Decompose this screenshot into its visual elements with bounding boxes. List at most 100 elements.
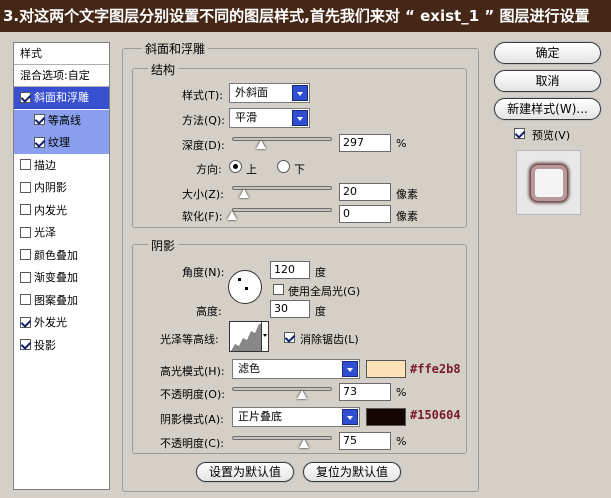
style-item-12[interactable]: 投影 bbox=[14, 335, 109, 357]
style-preview bbox=[516, 150, 581, 215]
angle-label: 角度(N): bbox=[182, 266, 225, 279]
method-value: 平滑 bbox=[235, 111, 257, 124]
style-item-label: 颜色叠加 bbox=[34, 248, 78, 262]
style-item-label: 纹理 bbox=[48, 136, 70, 149]
depth-slider-thumb[interactable] bbox=[255, 140, 266, 149]
highlight-opacity-thumb[interactable] bbox=[297, 390, 308, 399]
soften-input[interactable]: 0 bbox=[339, 205, 391, 223]
styles-list: 样式 混合选项:自定 斜面和浮雕等高线纹理描边内阴影内发光光泽颜色叠加渐变叠加图… bbox=[13, 42, 110, 490]
direction-down-label: 下 bbox=[294, 163, 305, 176]
highlight-opacity-label: 不透明度(O): bbox=[160, 388, 225, 401]
blending-options[interactable]: 混合选项:自定 bbox=[14, 65, 109, 87]
angle-input[interactable]: 120 bbox=[270, 261, 310, 279]
style-item-label: 等高线 bbox=[48, 113, 81, 127]
style-item-5[interactable]: 内阴影 bbox=[14, 177, 109, 199]
checkbox-icon[interactable] bbox=[20, 204, 31, 215]
highlight-mode-select[interactable]: 滤色 bbox=[232, 359, 360, 379]
checkbox-icon[interactable] bbox=[20, 159, 31, 170]
style-item-4[interactable]: 描边 bbox=[14, 155, 109, 177]
style-item-label: 内发光 bbox=[34, 203, 67, 217]
style-item-label: 投影 bbox=[34, 338, 56, 352]
global-light-checkbox[interactable] bbox=[273, 283, 287, 296]
chevron-down-icon bbox=[342, 361, 358, 377]
tutorial-banner: 3.对这两个文字图层分别设置不同的图层样式,首先我们来对 “ exist_1 ”… bbox=[0, 0, 611, 32]
style-item-1[interactable]: 斜面和浮雕 bbox=[14, 87, 109, 109]
make-default-button[interactable]: 设置为默认值 bbox=[196, 462, 294, 482]
shadow-opacity-thumb[interactable] bbox=[299, 439, 309, 448]
cancel-button[interactable]: 取消 bbox=[494, 70, 601, 92]
checkbox-icon bbox=[284, 331, 295, 343]
style-item-7[interactable]: 光泽 bbox=[14, 222, 109, 244]
style-value: 外斜面 bbox=[235, 86, 268, 99]
size-slider-thumb[interactable] bbox=[238, 189, 249, 198]
angle-dial[interactable] bbox=[228, 270, 262, 304]
checkbox-icon[interactable] bbox=[34, 136, 45, 148]
direction-label: 方向: bbox=[196, 163, 222, 176]
new-style-button[interactable]: 新建样式(W)... bbox=[494, 98, 601, 120]
style-item-9[interactable]: 渐变叠加 bbox=[14, 267, 109, 289]
checkbox-icon[interactable] bbox=[34, 114, 45, 125]
angle-unit: 度 bbox=[315, 266, 326, 279]
highlight-color-swatch[interactable] bbox=[366, 360, 406, 378]
highlight-opacity-slider[interactable] bbox=[232, 387, 332, 391]
checkbox-icon[interactable] bbox=[20, 249, 31, 260]
checkbox-icon[interactable] bbox=[20, 91, 31, 103]
checkbox-icon[interactable] bbox=[20, 271, 31, 283]
direction-up-label: 上 bbox=[246, 163, 257, 176]
style-item-label: 光泽 bbox=[34, 226, 56, 239]
soften-slider[interactable] bbox=[232, 208, 332, 212]
checkbox-icon[interactable] bbox=[20, 316, 31, 328]
style-item-label: 外发光 bbox=[34, 316, 67, 329]
size-input[interactable]: 20 bbox=[339, 183, 391, 201]
shadow-mode-select[interactable]: 正片叠底 bbox=[232, 407, 360, 427]
chevron-down-icon bbox=[292, 85, 308, 101]
contour-preview-icon bbox=[231, 324, 261, 351]
highlight-opacity-input[interactable]: 73 bbox=[339, 383, 391, 401]
direction-up-radio[interactable] bbox=[229, 160, 242, 173]
shadow-color-hex: #150604 bbox=[410, 408, 461, 422]
soften-slider-thumb[interactable] bbox=[227, 211, 237, 220]
highlight-mode-label: 高光模式(H): bbox=[160, 365, 225, 378]
checkbox-icon[interactable] bbox=[20, 339, 31, 350]
style-label: 样式(T): bbox=[182, 89, 224, 102]
shadow-opacity-unit: % bbox=[396, 435, 407, 448]
angle-dial-center-icon bbox=[245, 287, 248, 290]
ok-button[interactable]: 确定 bbox=[494, 42, 601, 64]
depth-slider[interactable] bbox=[232, 137, 332, 141]
style-item-label: 描边 bbox=[34, 158, 56, 172]
style-item-8[interactable]: 颜色叠加 bbox=[14, 245, 109, 267]
checkbox-icon[interactable] bbox=[20, 181, 31, 193]
reset-default-button[interactable]: 复位为默认值 bbox=[303, 462, 401, 482]
chevron-down-icon bbox=[292, 110, 308, 126]
preview-checkbox[interactable] bbox=[514, 127, 528, 140]
depth-input[interactable]: 297 bbox=[339, 134, 391, 152]
style-item-2[interactable]: 等高线 bbox=[14, 109, 109, 132]
style-item-10[interactable]: 图案叠加 bbox=[14, 290, 109, 312]
style-select[interactable]: 外斜面 bbox=[229, 83, 310, 103]
highlight-color-hex: #ffe2b8 bbox=[410, 362, 461, 376]
checkbox-icon bbox=[273, 283, 284, 295]
style-item-label: 内阴影 bbox=[34, 181, 67, 194]
angle-dial-crosshair-icon bbox=[238, 278, 241, 281]
shadow-color-swatch[interactable] bbox=[366, 408, 406, 426]
bevel-emboss-title: 斜面和浮雕 bbox=[142, 40, 209, 57]
altitude-input[interactable]: 30 bbox=[270, 300, 310, 318]
checkbox-icon[interactable] bbox=[20, 226, 31, 238]
antialias-label: 消除锯齿(L) bbox=[300, 333, 359, 346]
styles-header[interactable]: 样式 bbox=[14, 43, 109, 65]
style-item-11[interactable]: 外发光 bbox=[14, 312, 109, 334]
gloss-contour-picker[interactable] bbox=[229, 321, 269, 352]
style-item-6[interactable]: 内发光 bbox=[14, 200, 109, 222]
style-item-3[interactable]: 纹理 bbox=[14, 132, 109, 154]
chevron-down-icon bbox=[261, 322, 268, 351]
size-unit: 像素 bbox=[396, 188, 418, 201]
shadow-opacity-input[interactable]: 75 bbox=[339, 432, 391, 450]
antialias-checkbox[interactable] bbox=[284, 331, 298, 344]
direction-down-radio[interactable] bbox=[277, 160, 290, 173]
global-light-label: 使用全局光(G) bbox=[288, 285, 361, 298]
checkbox-icon[interactable] bbox=[20, 294, 31, 305]
preview-swatch-icon bbox=[531, 165, 567, 201]
gloss-contour-label: 光泽等高线: bbox=[160, 333, 219, 346]
method-select[interactable]: 平滑 bbox=[229, 108, 310, 128]
shadow-opacity-slider[interactable] bbox=[232, 436, 332, 440]
